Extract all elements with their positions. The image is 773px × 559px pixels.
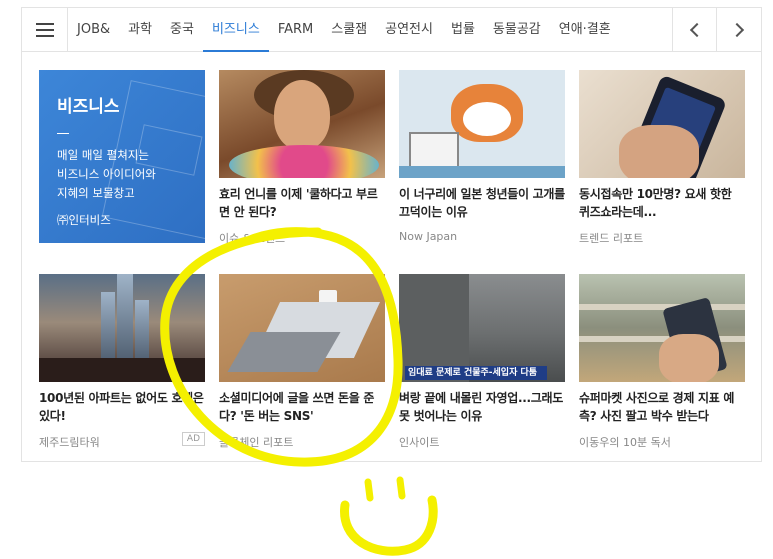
article-source: 블록체인 리포트 [219, 436, 294, 449]
tab-job[interactable]: JOB& [68, 8, 119, 51]
article-card[interactable]: 소셜미디어에 글을 쓰면 돈을 준다? '돈 버는 SNS' 블록체인 리포트 [219, 274, 385, 450]
article-thumbnail [579, 70, 745, 178]
article-source: Now Japan [399, 230, 458, 243]
article-title: 소셜미디어에 글을 쓰면 돈을 준다? '돈 버는 SNS' [219, 391, 375, 423]
content-panel: JOB& 과학 중국 비즈니스 FARM 스쿨잼 공연전시 법률 동물공감 연애… [21, 7, 762, 462]
category-nav: JOB& 과학 중국 비즈니스 FARM 스쿨잼 공연전시 법률 동물공감 연애… [22, 8, 761, 52]
category-tabs: JOB& 과학 중국 비즈니스 FARM 스쿨잼 공연전시 법률 동물공감 연애… [68, 8, 620, 52]
article-title: 이 너구리에 일본 청년들이 고개를 끄덕이는 이유 [399, 187, 565, 219]
article-source: 인사이트 [399, 436, 440, 449]
article-card[interactable]: 슈퍼마켓 사진으로 경제 지표 예측? 사진 팔고 박수 받는다 이동우의 10… [579, 274, 745, 450]
article-card[interactable]: 동시접속만 10만명? 요새 핫한 퀴즈쇼라는데... 트렌드 리포트 [579, 70, 745, 246]
article-card[interactable]: 이 너구리에 일본 청년들이 고개를 끄덕이는 이유 Now Japan [399, 70, 565, 243]
tab-dating[interactable]: 연애·결혼 [550, 8, 620, 51]
article-source: 트렌드 리포트 [579, 232, 644, 245]
business-promo-card[interactable]: 비즈니스 매일 매일 펼쳐지는 비즈니스 아이디어와 지혜의 보물창고 ㈜인터비… [39, 70, 205, 243]
tab-performance[interactable]: 공연전시 [376, 8, 442, 51]
article-title: 100년된 아파트는 없어도 호텔은 있다! [39, 391, 204, 423]
article-thumbnail: 임대료 문제로 건물주-세입자 다툼 [399, 274, 565, 382]
tab-schooljam[interactable]: 스쿨잼 [322, 8, 376, 51]
tab-china[interactable]: 중국 [161, 8, 203, 51]
tab-farm[interactable]: FARM [269, 8, 322, 51]
tab-business[interactable]: 비즈니스 [202, 8, 269, 52]
article-title: 슈퍼마켓 사진으로 경제 지표 예측? 사진 팔고 박수 받는다 [579, 391, 735, 423]
article-card[interactable]: 100년된 아파트는 없어도 호텔은 있다! 제주드림타워 AD [39, 274, 205, 450]
article-title: 벼랑 끝에 내몰린 자영업...그래도 못 벗어나는 이유 [399, 391, 564, 423]
article-title: 동시접속만 10만명? 요새 핫한 퀴즈쇼라는데... [579, 187, 732, 219]
chevron-left-icon[interactable] [672, 8, 716, 51]
blank-area [0, 462, 773, 559]
article-thumbnail [39, 274, 205, 382]
promo-divider [57, 133, 69, 134]
hamburger-icon[interactable] [22, 8, 68, 51]
article-source: 이슈 & 트렌드 [219, 232, 286, 245]
thumbnail-caption: 임대료 문제로 건물주-세입자 다툼 [405, 366, 547, 380]
ad-badge: AD [181, 432, 205, 446]
article-source: 이동우의 10분 독서 [579, 436, 671, 449]
tab-science[interactable]: 과학 [119, 8, 161, 51]
article-card[interactable]: 임대료 문제로 건물주-세입자 다툼 벼랑 끝에 내몰린 자영업...그래도 못… [399, 274, 565, 450]
article-thumbnail [579, 274, 745, 382]
chevron-right-icon[interactable] [716, 8, 760, 51]
article-source: 제주드림타워 AD [39, 432, 205, 450]
tab-law[interactable]: 법률 [442, 8, 484, 51]
article-card[interactable]: 효리 언니를 이제 '쿨하다고 부르면 안 된다? 이슈 & 트렌드 [219, 70, 385, 246]
article-thumbnail [219, 70, 385, 178]
tab-animals[interactable]: 동물공감 [484, 8, 550, 51]
article-thumbnail [219, 274, 385, 382]
article-thumbnail [399, 70, 565, 178]
article-title: 효리 언니를 이제 '쿨하다고 부르면 안 된다? [219, 187, 378, 219]
